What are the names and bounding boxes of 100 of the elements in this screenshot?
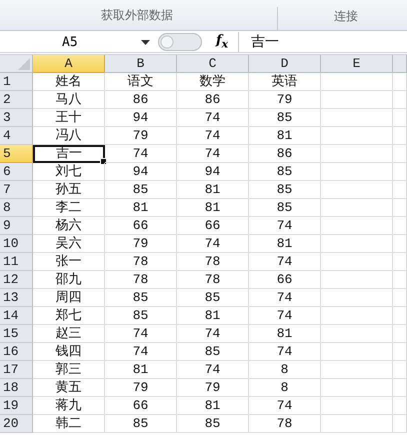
empty-cell[interactable] bbox=[321, 199, 393, 217]
table-cell[interactable]: 85 bbox=[249, 163, 321, 181]
row-header[interactable]: 6 bbox=[0, 163, 33, 181]
table-cell[interactable]: 85 bbox=[105, 415, 177, 433]
empty-cell[interactable] bbox=[393, 289, 407, 307]
table-cell[interactable]: 86 bbox=[105, 91, 177, 109]
table-cell[interactable]: 钱四 bbox=[33, 343, 105, 361]
table-cell[interactable]: 8 bbox=[249, 379, 321, 397]
empty-cell[interactable] bbox=[321, 307, 393, 325]
table-cell[interactable]: 85 bbox=[105, 289, 177, 307]
table-cell[interactable]: 8 bbox=[249, 361, 321, 379]
empty-cell[interactable] bbox=[393, 181, 407, 199]
table-cell[interactable]: 74 bbox=[177, 235, 249, 253]
table-cell[interactable]: 74 bbox=[177, 109, 249, 127]
empty-cell[interactable] bbox=[321, 415, 393, 433]
table-cell[interactable]: 85 bbox=[177, 415, 249, 433]
row-header[interactable]: 9 bbox=[0, 217, 33, 235]
row-header[interactable]: 4 bbox=[0, 127, 33, 145]
row-header[interactable]: 11 bbox=[0, 253, 33, 271]
table-cell[interactable]: 英语 bbox=[249, 73, 321, 91]
column-header[interactable]: C bbox=[177, 55, 249, 73]
table-cell[interactable]: 74 bbox=[249, 217, 321, 235]
table-cell[interactable]: 79 bbox=[249, 91, 321, 109]
table-cell[interactable]: 78 bbox=[249, 415, 321, 433]
table-cell[interactable]: 吴六 bbox=[33, 235, 105, 253]
empty-cell[interactable] bbox=[393, 217, 407, 235]
table-cell[interactable]: 74 bbox=[105, 145, 177, 163]
table-cell[interactable]: 姓名 bbox=[33, 73, 105, 91]
table-cell[interactable]: 78 bbox=[105, 271, 177, 289]
table-cell[interactable]: 黄五 bbox=[33, 379, 105, 397]
splitter-handle[interactable] bbox=[158, 33, 202, 51]
row-header[interactable]: 3 bbox=[0, 109, 33, 127]
row-header[interactable]: 13 bbox=[0, 289, 33, 307]
formula-field[interactable]: 吉一 bbox=[238, 32, 407, 52]
table-cell[interactable]: 马八 bbox=[33, 91, 105, 109]
table-cell[interactable]: 78 bbox=[177, 253, 249, 271]
row-header[interactable]: 15 bbox=[0, 325, 33, 343]
column-header[interactable]: D bbox=[249, 55, 321, 73]
table-cell[interactable]: 94 bbox=[105, 109, 177, 127]
column-header[interactable] bbox=[393, 55, 407, 73]
empty-cell[interactable] bbox=[393, 307, 407, 325]
empty-cell[interactable] bbox=[393, 271, 407, 289]
table-cell[interactable]: 86 bbox=[249, 145, 321, 163]
table-cell[interactable]: 79 bbox=[105, 235, 177, 253]
row-header[interactable]: 7 bbox=[0, 181, 33, 199]
empty-cell[interactable] bbox=[393, 379, 407, 397]
table-cell[interactable]: 79 bbox=[177, 379, 249, 397]
empty-cell[interactable] bbox=[321, 325, 393, 343]
table-cell[interactable]: 郑七 bbox=[33, 307, 105, 325]
row-header[interactable]: 12 bbox=[0, 271, 33, 289]
empty-cell[interactable] bbox=[393, 361, 407, 379]
table-cell[interactable]: 66 bbox=[249, 271, 321, 289]
row-header[interactable]: 2 bbox=[0, 91, 33, 109]
row-header[interactable]: 1 bbox=[0, 73, 33, 91]
table-cell[interactable]: 杨六 bbox=[33, 217, 105, 235]
empty-cell[interactable] bbox=[321, 271, 393, 289]
empty-cell[interactable] bbox=[321, 127, 393, 145]
table-cell[interactable]: 85 bbox=[177, 343, 249, 361]
table-cell[interactable]: 94 bbox=[177, 163, 249, 181]
table-cell[interactable]: 74 bbox=[105, 325, 177, 343]
table-cell[interactable]: 79 bbox=[105, 379, 177, 397]
table-cell[interactable]: 张一 bbox=[33, 253, 105, 271]
table-cell[interactable]: 赵三 bbox=[33, 325, 105, 343]
table-cell[interactable]: 81 bbox=[105, 199, 177, 217]
row-header[interactable]: 18 bbox=[0, 379, 33, 397]
empty-cell[interactable] bbox=[321, 289, 393, 307]
table-cell[interactable]: 81 bbox=[249, 127, 321, 145]
table-cell[interactable]: 蒋九 bbox=[33, 397, 105, 415]
row-header[interactable]: 8 bbox=[0, 199, 33, 217]
table-cell[interactable]: 邵九 bbox=[33, 271, 105, 289]
empty-cell[interactable] bbox=[393, 145, 407, 163]
table-cell[interactable]: 74 bbox=[177, 145, 249, 163]
row-header[interactable]: 10 bbox=[0, 235, 33, 253]
table-cell[interactable]: 王十 bbox=[33, 109, 105, 127]
table-cell[interactable]: 74 bbox=[105, 343, 177, 361]
table-cell[interactable]: 78 bbox=[105, 253, 177, 271]
table-cell[interactable]: 86 bbox=[177, 91, 249, 109]
table-cell[interactable]: 74 bbox=[249, 397, 321, 415]
empty-cell[interactable] bbox=[321, 73, 393, 91]
table-cell[interactable]: 74 bbox=[177, 361, 249, 379]
table-cell[interactable]: 74 bbox=[249, 307, 321, 325]
empty-cell[interactable] bbox=[393, 415, 407, 433]
caret-icon[interactable] bbox=[141, 40, 150, 44]
name-box[interactable]: A5 bbox=[0, 34, 156, 50]
row-header[interactable]: 14 bbox=[0, 307, 33, 325]
table-cell[interactable]: 81 bbox=[177, 199, 249, 217]
empty-cell[interactable] bbox=[321, 379, 393, 397]
empty-cell[interactable] bbox=[393, 253, 407, 271]
empty-cell[interactable] bbox=[321, 181, 393, 199]
table-cell[interactable]: 81 bbox=[249, 235, 321, 253]
table-cell[interactable]: 85 bbox=[105, 181, 177, 199]
empty-cell[interactable] bbox=[321, 91, 393, 109]
empty-cell[interactable] bbox=[393, 235, 407, 253]
table-cell[interactable]: 81 bbox=[177, 307, 249, 325]
fill-handle[interactable] bbox=[100, 158, 107, 165]
table-cell[interactable]: 66 bbox=[105, 397, 177, 415]
table-cell[interactable]: 94 bbox=[105, 163, 177, 181]
table-cell[interactable]: 79 bbox=[105, 127, 177, 145]
table-cell[interactable]: 郭三 bbox=[33, 361, 105, 379]
table-cell[interactable]: 周四 bbox=[33, 289, 105, 307]
